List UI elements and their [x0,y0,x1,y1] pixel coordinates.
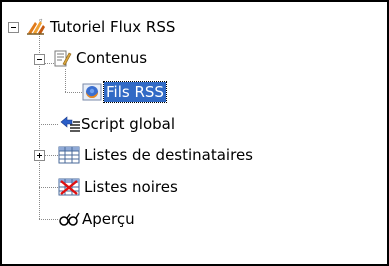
collapse-button-contenus[interactable] [34,54,45,65]
collapse-button-root[interactable] [8,22,19,33]
tree-line [39,187,58,188]
tree-node-script-global[interactable]: Script global [79,114,177,134]
tree-line [39,124,58,125]
expand-button-listes-destinataires[interactable] [34,150,45,161]
tree-line [39,219,58,220]
blacklist-table-icon [58,178,80,196]
rss-feed-wizard-icon [26,18,46,36]
tree-view[interactable]: Tutoriel Flux RSS Contenus Fils RSS Scri… [0,0,389,266]
tree-line [65,69,66,92]
glasses-icon [58,210,80,228]
tree-line [44,155,58,156]
tree-node-contenus[interactable]: Contenus [74,48,149,68]
tree-node-listes-noires[interactable]: Listes noires [82,177,180,197]
tree-node-root[interactable]: Tutoriel Flux RSS [48,17,177,37]
tree-node-apercu[interactable]: Aperçu [80,209,137,229]
minus-icon [37,59,42,60]
script-icon [59,115,80,133]
tree-node-listes-destinataires[interactable]: Listes de destinataires [82,145,255,165]
minus-icon [11,27,16,28]
tree-node-fils-rss[interactable]: Fils RSS [103,81,167,103]
firefox-feed-icon [82,83,102,101]
document-edit-icon [52,50,72,68]
table-grid-icon [58,146,80,164]
